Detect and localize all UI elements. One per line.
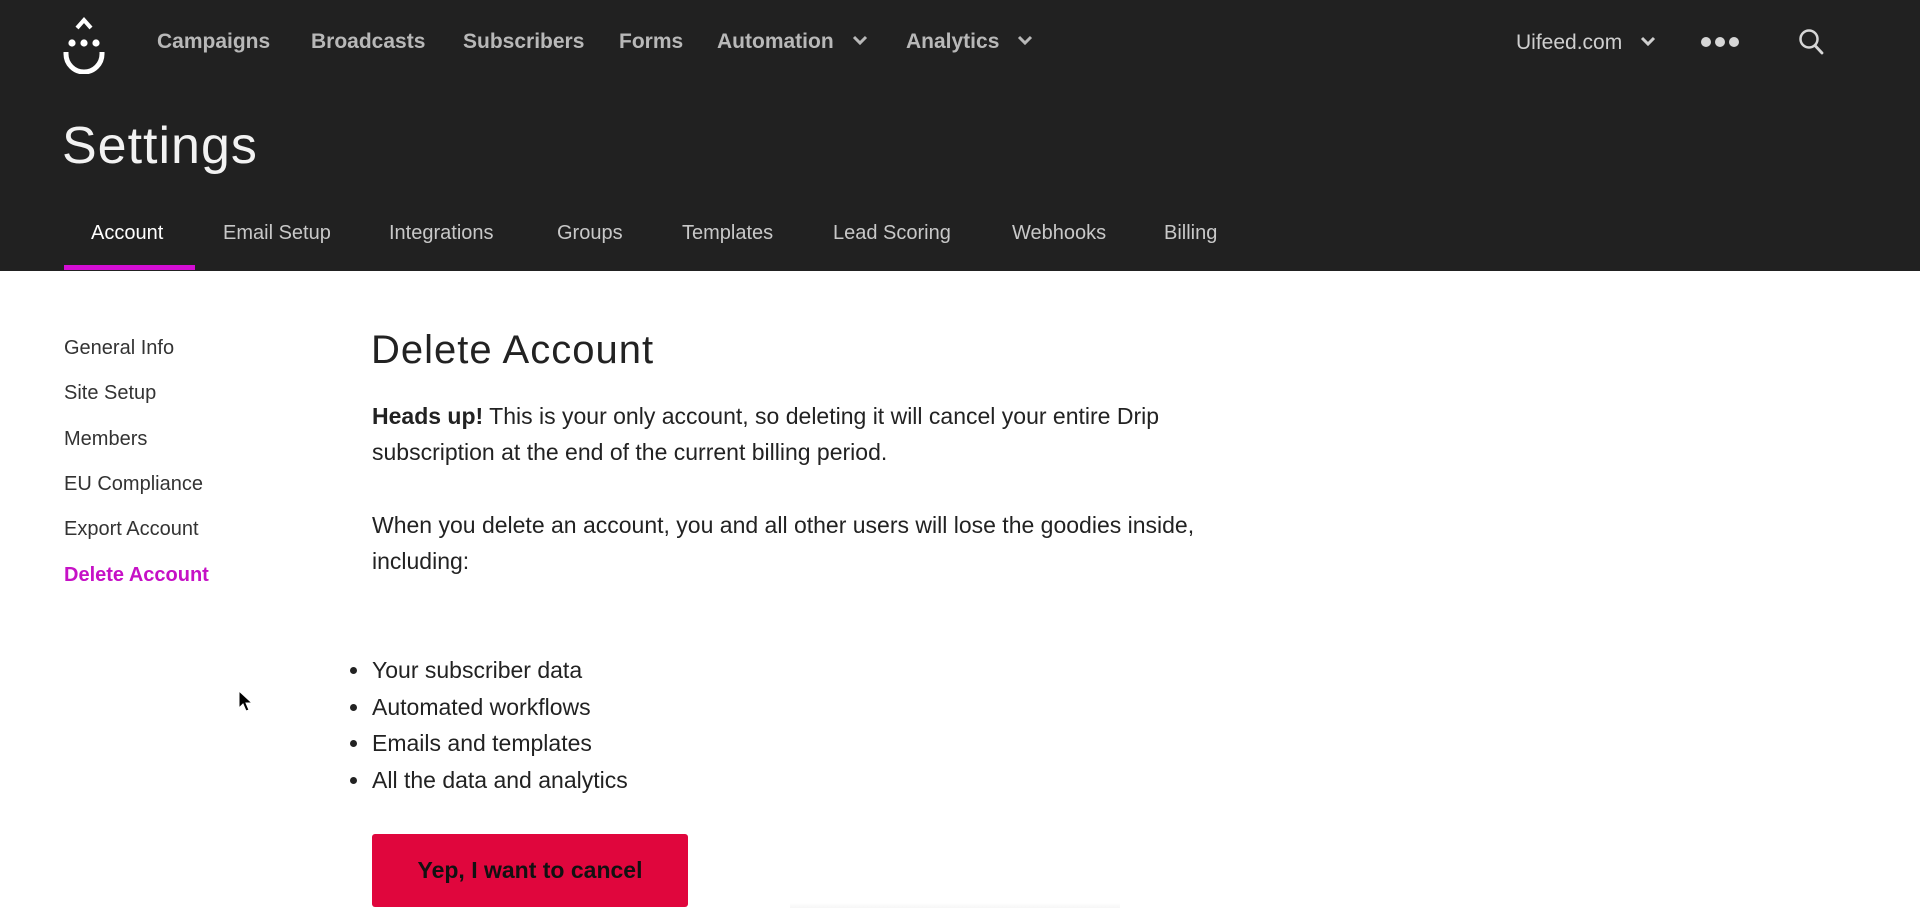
- bullet-icon: [350, 776, 357, 784]
- list-item-text: Emails and templates: [372, 730, 592, 756]
- tab-lead-scoring[interactable]: Lead Scoring: [833, 222, 951, 245]
- search-icon[interactable]: [1798, 28, 1824, 56]
- list-item: Automated workflows: [350, 689, 628, 726]
- nav-label: Analytics: [906, 30, 1000, 53]
- drip-logo-icon[interactable]: [60, 14, 108, 74]
- list-item: All the data and analytics: [350, 762, 628, 799]
- tab-templates[interactable]: Templates: [682, 222, 773, 245]
- sidebar-item-site-setup[interactable]: Site Setup: [64, 382, 156, 405]
- active-tab-indicator: [64, 265, 195, 270]
- nav-campaigns[interactable]: Campaigns: [157, 30, 270, 54]
- nav-automation[interactable]: Automation: [717, 30, 868, 54]
- nav-label: Broadcasts: [311, 30, 426, 53]
- tab-email-setup[interactable]: Email Setup: [223, 222, 331, 245]
- nav-label: Subscribers: [463, 30, 585, 53]
- list-item-text: Automated workflows: [372, 693, 591, 720]
- confirm-cancel-button[interactable]: Yep, I want to cancel: [372, 834, 688, 907]
- section-title: Delete Account: [371, 328, 655, 372]
- nav-label: Forms: [619, 30, 684, 53]
- sidebar-item-delete-account[interactable]: Delete Account: [64, 564, 209, 587]
- nav-label: Automation: [717, 30, 834, 53]
- list-item: Emails and templates: [350, 725, 628, 762]
- mouse-cursor-icon: [238, 690, 254, 712]
- list-item: Your subscriber data: [350, 652, 628, 689]
- account-name: Uifeed.com: [1516, 31, 1623, 54]
- tab-billing[interactable]: Billing: [1164, 222, 1217, 245]
- nav-label: Campaigns: [157, 30, 271, 53]
- bullet-icon: [350, 740, 357, 747]
- warning-paragraph: Heads up! This is your only account, so …: [372, 398, 1272, 470]
- intro-paragraph: When you delete an account, you and all …: [372, 512, 1195, 574]
- list-item-text: All the data and analytics: [372, 766, 628, 793]
- app-header: Campaigns Broadcasts Subscribers Forms A…: [0, 0, 1920, 271]
- list-item-text: Your subscriber data: [372, 657, 583, 683]
- account-switcher[interactable]: Uifeed.com: [1516, 31, 1656, 55]
- warning-label: Heads up!: [372, 403, 484, 429]
- sidebar-item-general-info[interactable]: General Info: [64, 337, 174, 360]
- tab-integrations[interactable]: Integrations: [389, 222, 494, 245]
- offscreen-element-edge: [790, 903, 1120, 908]
- page-title: Settings: [62, 117, 258, 175]
- chevron-down-icon: [1018, 36, 1033, 46]
- loss-list: Your subscriber data Automated workflows…: [350, 652, 628, 799]
- chevron-down-icon: [852, 36, 867, 46]
- chevron-down-icon: [1641, 37, 1656, 47]
- nav-analytics[interactable]: Analytics: [906, 30, 1033, 54]
- nav-forms[interactable]: Forms: [619, 30, 683, 54]
- more-dots-icon[interactable]: [1700, 34, 1740, 50]
- warning-text: This is your only account, so deleting i…: [372, 403, 1160, 465]
- tab-account[interactable]: Account: [91, 222, 163, 245]
- tab-groups[interactable]: Groups: [557, 222, 623, 245]
- sidebar-item-members[interactable]: Members: [64, 428, 147, 451]
- sidebar-item-export-account[interactable]: Export Account: [64, 518, 199, 541]
- nav-broadcasts[interactable]: Broadcasts: [311, 30, 425, 54]
- bullet-icon: [350, 667, 357, 674]
- bullet-icon: [350, 703, 357, 711]
- nav-subscribers[interactable]: Subscribers: [463, 30, 584, 54]
- sidebar-item-eu-compliance[interactable]: EU Compliance: [64, 473, 203, 496]
- tab-webhooks[interactable]: Webhooks: [1012, 222, 1106, 245]
